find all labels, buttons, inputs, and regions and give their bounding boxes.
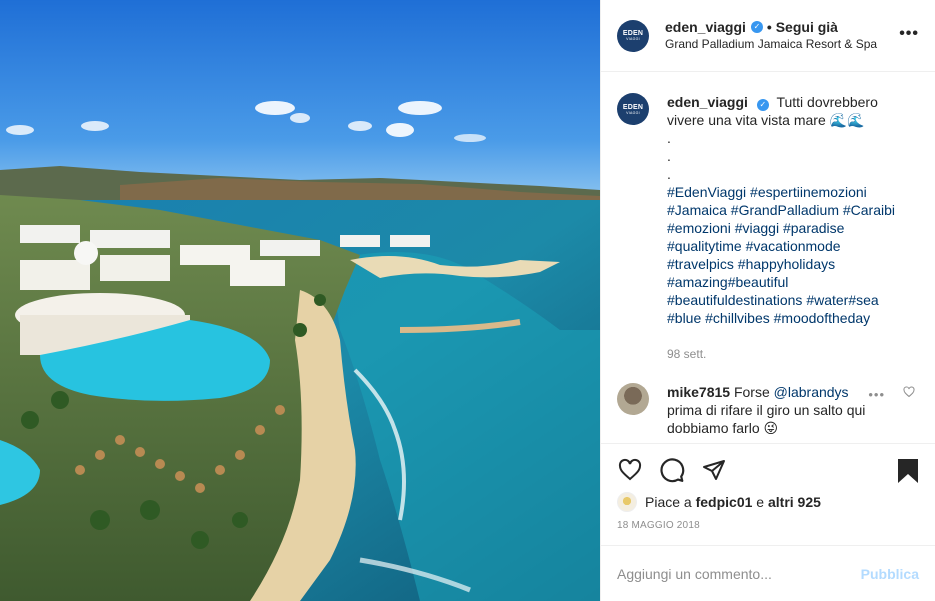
- others-likes-link[interactable]: altri 925: [768, 494, 821, 510]
- hashtag-line[interactable]: #emozioni #viaggi #paradise: [667, 219, 907, 237]
- liker-avatar[interactable]: [617, 492, 637, 512]
- comments-section[interactable]: EDEN VIAGGI eden_viaggi ✓ Tutti dovrebbe…: [601, 73, 935, 443]
- caption: EDEN VIAGGI eden_viaggi ✓ Tutti dovrebbe…: [617, 93, 919, 363]
- post-photo[interactable]: [0, 0, 600, 601]
- caption-dot: .: [667, 130, 671, 146]
- comment-text-pre: Forse: [733, 384, 770, 400]
- verified-badge-icon: ✓: [756, 99, 769, 111]
- commenter-avatar[interactable]: [617, 383, 649, 415]
- post-side-panel: EDEN VIAGGI eden_viaggi ✓ • Segui già Gr…: [600, 0, 935, 601]
- caption-username[interactable]: eden_viaggi: [667, 94, 748, 110]
- post-date[interactable]: 18 MAGGIO 2018: [617, 520, 919, 531]
- share-paper-plane-icon[interactable]: [701, 458, 727, 482]
- hashtag-line[interactable]: #blue #chillvibes #moodoftheday: [667, 309, 907, 327]
- liker-username[interactable]: fedpic01: [696, 494, 753, 510]
- hashtag-line[interactable]: #Jamaica #GrandPalladium #Caraibi: [667, 201, 907, 219]
- hashtag-line[interactable]: #beautifuldestinations #water#sea: [667, 291, 907, 309]
- account-avatar[interactable]: EDEN VIAGGI: [617, 19, 649, 52]
- likes-conjunction: e: [756, 494, 765, 510]
- comment-item: mike7815 Forse @labrandys prima di rifar…: [617, 383, 919, 437]
- comment-mention[interactable]: @labrandys: [774, 384, 849, 400]
- following-status-button[interactable]: • Segui già: [767, 19, 838, 36]
- comment-options-icon[interactable]: •••: [868, 387, 885, 402]
- caption-hashtags[interactable]: #EdenViaggi #espertiinemozioni #Jamaica …: [667, 183, 907, 327]
- account-username[interactable]: eden_viaggi: [665, 19, 746, 36]
- verified-badge-icon: ✓: [750, 21, 763, 33]
- comment-bubble-icon[interactable]: [659, 457, 685, 483]
- location-link[interactable]: Grand Palladium Jamaica Resort & Spa: [665, 36, 877, 53]
- publish-button[interactable]: Pubblica: [861, 566, 919, 582]
- like-heart-icon[interactable]: [617, 458, 643, 482]
- bookmark-saved-icon[interactable]: [897, 458, 919, 487]
- commenter-username[interactable]: mike7815: [667, 384, 730, 400]
- comment-like-heart-icon[interactable]: [903, 385, 915, 401]
- likes-prefix: Piace a: [645, 494, 692, 510]
- post-actions: Piace a fedpic01 e altri 925 18 MAGGIO 2…: [601, 443, 935, 545]
- caption-avatar[interactable]: EDEN VIAGGI: [617, 93, 649, 125]
- hashtag-line[interactable]: #qualitytime #vacationmode: [667, 237, 907, 255]
- caption-age[interactable]: 98 sett.: [667, 345, 907, 363]
- comment-input[interactable]: [617, 565, 861, 582]
- hashtag-line[interactable]: #amazing#beautiful: [667, 273, 907, 291]
- likes-summary: Piace a fedpic01 e altri 925: [617, 492, 919, 512]
- caption-dot: .: [667, 166, 671, 182]
- add-comment-bar: Pubblica: [601, 545, 935, 601]
- post-header: EDEN VIAGGI eden_viaggi ✓ • Segui già Gr…: [601, 0, 935, 72]
- hashtag-line[interactable]: #travelpics #happyholidays: [667, 255, 907, 273]
- resort-aerial-image: [0, 0, 600, 601]
- more-options-icon[interactable]: •••: [899, 24, 919, 44]
- caption-dot: .: [667, 148, 671, 164]
- hashtag-line[interactable]: #EdenViaggi #espertiinemozioni: [667, 183, 907, 201]
- comment-text: prima di rifare il giro un salto qui dob…: [667, 402, 866, 436]
